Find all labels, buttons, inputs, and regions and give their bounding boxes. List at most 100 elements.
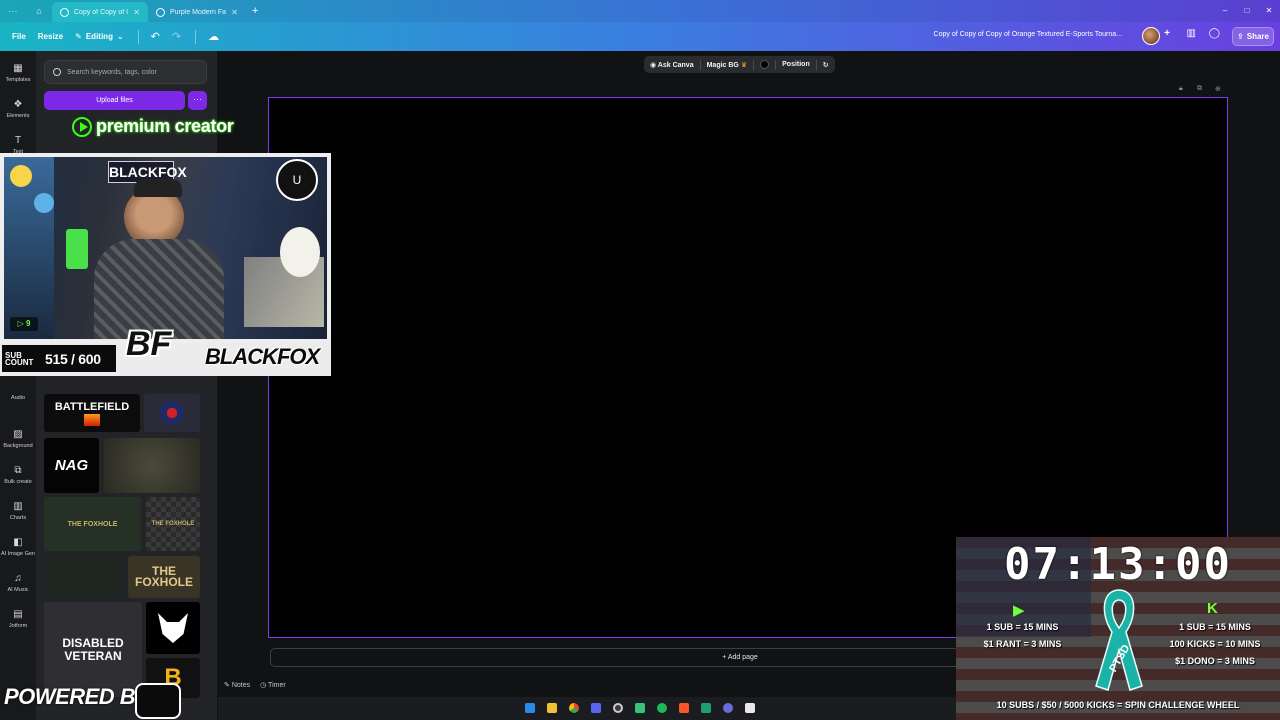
left-sidebar: ▦ Templates ❖ Elements T Text Audio ▨ Backgr… — [0, 51, 36, 720]
thumb-label: THE FOXHOLE — [134, 564, 193, 589]
upload-thumb-foxhole-text[interactable]: THE FOXHOLE — [128, 556, 200, 598]
timer-label: Timer — [268, 682, 286, 689]
upload-files-button[interactable]: Upload files — [44, 91, 185, 110]
document-icon[interactable] — [745, 703, 755, 713]
spin-challenge-text: 10 SUBS / $50 / 5000 KICKS = SPIN CHALLE… — [996, 700, 1240, 710]
sidebar-item-audio[interactable]: Audio — [0, 395, 36, 401]
share-button[interactable]: ⇪ Share — [1232, 27, 1274, 46]
sidebar-item-label: Templates — [5, 77, 31, 83]
crown-icon: ♛ — [740, 61, 748, 69]
chrome-icon[interactable] — [569, 703, 579, 713]
blackfox-wordmark: BLACKFOX — [205, 344, 320, 369]
minimize-button[interactable]: – — [1214, 0, 1236, 22]
sub-count-box: SUB COUNT 515 / 600 — [2, 345, 116, 372]
uploads-panel: Search keywords, tags, color Upload file… — [36, 51, 249, 720]
thumb-label: NAG — [54, 457, 89, 474]
sidebar-item-ai-image-gen[interactable]: ◧ AI Image Gen — [0, 537, 36, 557]
ask-canva-button[interactable]: ◉ Ask Canva — [650, 61, 694, 69]
upload-thumb-fox-mask[interactable] — [146, 602, 200, 654]
rumble-icon: ▶ — [1013, 602, 1025, 619]
file-explorer-icon[interactable] — [547, 703, 557, 713]
position-button[interactable]: Position — [782, 61, 810, 68]
discord-icon[interactable] — [591, 703, 601, 713]
color-swatch[interactable] — [760, 60, 770, 69]
search-input[interactable]: Search keywords, tags, color — [44, 60, 207, 84]
upload-thumb-disabled-veteran[interactable]: DISABLED VETERAN — [44, 602, 142, 697]
insights-icon[interactable]: ▥ — [1187, 28, 1196, 39]
maximize-button[interactable]: □ — [1236, 0, 1258, 22]
add-page-icon[interactable]: ⊕ — [1215, 85, 1221, 93]
kick-icon: K — [1207, 600, 1218, 617]
thumb-label: THE FOXHOLE — [67, 520, 118, 528]
avatar[interactable] — [1142, 27, 1160, 45]
subathon-timer: 07:13:00 — [1004, 539, 1232, 590]
magic-bg-button[interactable]: Magic BG ♛ — [707, 61, 748, 69]
sidebar-item-label: AI Music — [7, 587, 29, 593]
streamlabs-icon[interactable] — [635, 703, 645, 713]
resize-button[interactable]: Resize — [38, 32, 63, 41]
upload-thumb-texture[interactable] — [104, 438, 200, 493]
chevron-down-icon: ⌄ — [116, 32, 124, 41]
upload-thumb-outdoors[interactable] — [144, 394, 200, 432]
toolbar-divider — [137, 29, 139, 44]
more-options-button[interactable]: ··· — [188, 91, 207, 110]
sidebar-item-background[interactable]: ▨ Background — [0, 429, 36, 449]
upload-thumb-dark-texture[interactable] — [44, 556, 124, 598]
sidebar-item-text[interactable]: T Text — [0, 135, 36, 155]
lock-page-icon[interactable]: 🔒︎ — [1179, 85, 1183, 93]
bulk-create-icon: ⧉ — [14, 465, 22, 476]
redo-icon[interactable]: ↷ — [172, 30, 181, 43]
close-window-button[interactable]: ✕ — [1258, 0, 1280, 22]
elements-icon: ❖ — [13, 99, 23, 110]
pikachu-figure — [10, 165, 32, 187]
sidebar-item-jotform[interactable]: ▤ Jotform — [0, 609, 36, 629]
tab-inactive[interactable]: Purple Modern Fan... ✕ — [148, 2, 246, 22]
comments-icon[interactable]: ◯ — [1209, 28, 1220, 39]
document-title[interactable]: Copy of Copy of Copy of Orange Textured … — [934, 31, 1122, 38]
sidebar-item-charts[interactable]: ▥ Charts — [0, 501, 36, 521]
webcam-feed: BLACKFOX U ▷ 9 — [4, 157, 327, 339]
sidebar-item-label: Bulk create — [4, 479, 32, 485]
window-controls: – □ ✕ — [1214, 0, 1280, 22]
browser-menu-icon[interactable]: ··· — [0, 6, 26, 16]
powered-by-text: POWERED BY — [4, 684, 150, 709]
bf-logo: BF — [126, 325, 172, 363]
thumb-label: DISABLED VETERAN — [62, 635, 124, 663]
tab-active[interactable]: Copy of Copy of C... ✕ — [52, 2, 148, 22]
close-tab-icon[interactable]: ✕ — [231, 8, 238, 17]
spreadsheet-icon[interactable] — [701, 703, 711, 713]
brave-icon[interactable] — [679, 703, 689, 713]
premium-creator-brand: premium creator — [72, 116, 234, 137]
kick-rate-line: 100 KICKS = 10 MINS — [1169, 639, 1261, 649]
media-player-icon[interactable] — [723, 703, 733, 713]
timer-button[interactable]: ◷ Timer — [260, 681, 286, 689]
kick-rate-line: $1 DONO = 3 MINS — [1175, 656, 1255, 666]
upload-thumb-battlefield[interactable]: BATTLEFIELD — [44, 394, 140, 432]
upload-thumb-foxhole-emblem[interactable]: THE FOXHOLE — [44, 497, 141, 551]
editor-toolbar: File Resize ✎ Editing ⌄ ↶ ↷ ☁ Copy of Co… — [0, 22, 1280, 51]
close-tab-icon[interactable]: ✕ — [133, 8, 140, 17]
home-icon[interactable]: ⌂ — [26, 6, 52, 16]
upload-thumb-nag[interactable]: NAG — [44, 438, 99, 493]
upload-thumb-foxhole-transparent[interactable]: THE FOXHOLE — [146, 497, 200, 551]
undo-icon[interactable]: ↶ — [151, 30, 160, 43]
rumble-rate-line: $1 RANT = 3 MINS — [983, 639, 1062, 649]
sidebar-item-elements[interactable]: ❖ Elements — [0, 99, 36, 119]
spotify-icon[interactable] — [657, 703, 667, 713]
sidebar-item-ai-music[interactable]: ♫ AI Music — [0, 573, 36, 593]
pencil-icon: ✎ — [75, 32, 82, 41]
file-menu[interactable]: File — [12, 32, 26, 41]
canva-favicon-icon — [60, 7, 69, 17]
notes-button[interactable]: ✎ Notes — [224, 681, 250, 689]
ptsd-ribbon-icon: PTSD — [1095, 589, 1143, 691]
sidebar-item-bulk-create[interactable]: ⧉ Bulk create — [0, 465, 36, 485]
sidebar-item-templates[interactable]: ▦ Templates — [0, 63, 36, 83]
duplicate-page-icon[interactable]: ⧉ — [1197, 85, 1202, 93]
refresh-icon[interactable]: ↻ — [823, 61, 829, 69]
cloud-sync-icon[interactable]: ☁ — [208, 30, 219, 43]
editing-mode-dropdown[interactable]: ✎ Editing ⌄ — [75, 32, 124, 41]
obs-icon[interactable] — [613, 703, 623, 713]
new-tab-button[interactable]: + — [252, 5, 258, 17]
windows-start-icon[interactable] — [525, 703, 535, 713]
add-collaborator-icon[interactable]: + — [1164, 28, 1170, 39]
